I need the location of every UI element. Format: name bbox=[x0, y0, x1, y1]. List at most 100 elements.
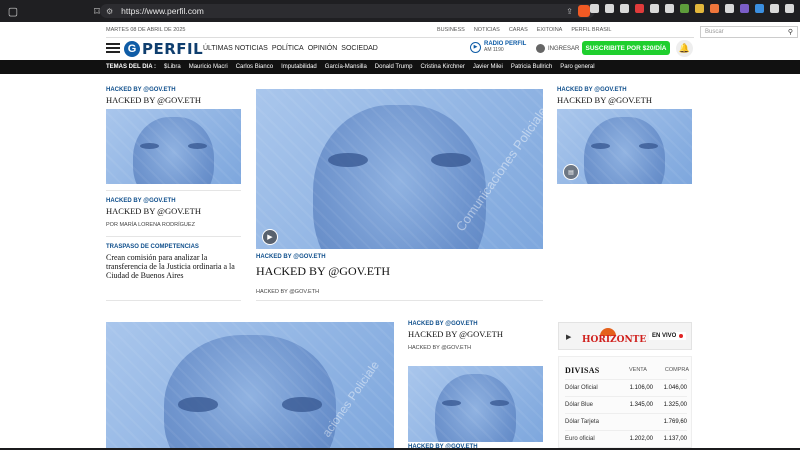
extension-icon[interactable] bbox=[665, 4, 674, 13]
extension-icon[interactable] bbox=[650, 4, 659, 13]
extension-icon[interactable] bbox=[590, 4, 599, 13]
topics-bar: TEMAS DEL DIA : $Libra Mauricio Macri Ca… bbox=[0, 60, 800, 74]
topic-link[interactable]: Paro general bbox=[560, 64, 594, 70]
topic-link[interactable]: $Libra bbox=[164, 64, 181, 70]
radio-station-name: HORIZONTE bbox=[582, 335, 647, 345]
topic-link[interactable]: Imputabilidad bbox=[281, 64, 317, 70]
extension-icon[interactable] bbox=[755, 4, 764, 13]
radio-frequency: AM 1190 bbox=[484, 47, 504, 53]
featured-image[interactable]: Comunicaciones Policiales ▶ bbox=[256, 89, 543, 249]
radio-player[interactable]: ▶ HORIZONTE EN VIVO bbox=[558, 322, 692, 350]
article-author: POR MARÍA LORENA RODRÍGUEZ bbox=[106, 222, 195, 228]
article-title[interactable]: HACKED BY @GOV.ETH bbox=[557, 95, 652, 105]
nav-item-politica[interactable]: POLÍTICA bbox=[272, 45, 304, 52]
radio-perfil-link[interactable]: ▶ RADIO PERFIL AM 1190 bbox=[470, 41, 526, 53]
topic-link[interactable]: Cristina Kirchner bbox=[420, 64, 464, 70]
topic-link[interactable]: Carlos Bianco bbox=[236, 64, 273, 70]
play-icon[interactable]: ▶ bbox=[566, 333, 571, 341]
hamburger-menu-icon[interactable] bbox=[106, 43, 120, 53]
topic-link[interactable]: Donald Trump bbox=[375, 64, 413, 70]
extension-icon[interactable] bbox=[725, 4, 734, 13]
topic-link[interactable]: Mauricio Macri bbox=[189, 64, 228, 70]
article-title[interactable]: Crean comisión para analizar la transfer… bbox=[106, 253, 246, 280]
site-logo[interactable]: G PERFIL bbox=[124, 40, 203, 58]
currency-compra: 1.769,60 bbox=[663, 419, 687, 425]
article-kicker: HACKED BY @GOV.ETH bbox=[106, 87, 176, 93]
divider bbox=[256, 300, 543, 301]
extension-icon[interactable] bbox=[695, 4, 704, 13]
featured-article[interactable]: HACKED BY @GOV.ETH HACKED BY @GOV.ETH HA… bbox=[256, 254, 390, 295]
article-image[interactable] bbox=[408, 366, 543, 442]
extension-icon[interactable] bbox=[620, 4, 629, 13]
site-settings-icon[interactable]: ⚙ bbox=[106, 7, 113, 16]
topic-link[interactable]: Patricia Bullrich bbox=[511, 64, 552, 70]
article-image[interactable] bbox=[106, 109, 241, 184]
currency-name: Dólar Oficial bbox=[565, 385, 598, 391]
column-header-venta: VENTA bbox=[629, 367, 647, 373]
currency-name: Euro oficial bbox=[565, 436, 595, 442]
bell-icon[interactable]: 🔔 bbox=[676, 40, 693, 57]
article-kicker: HACKED BY @GOV.ETH bbox=[408, 321, 478, 327]
extension-icon[interactable] bbox=[770, 4, 779, 13]
article-kicker: HACKED BY @GOV.ETH bbox=[256, 254, 326, 260]
divider bbox=[106, 236, 241, 237]
article-card[interactable]: TRASPASO DE COMPETENCIAS Crean comisión … bbox=[106, 244, 246, 280]
article-card[interactable]: HACKED BY @GOV.ETH HACKED BY @GOV.ETH PO… bbox=[106, 198, 201, 228]
article-image[interactable]: ▤ bbox=[557, 109, 692, 184]
featured-headline[interactable]: HACKED BY @GOV.ETH bbox=[256, 264, 390, 279]
address-bar[interactable]: ⚙ https://www.perfil.com ⇪ bbox=[100, 4, 595, 18]
article-image[interactable]: aciones Policiale bbox=[106, 322, 394, 448]
login-button[interactable]: INGRESAR bbox=[536, 44, 579, 53]
brave-shield-icon[interactable] bbox=[578, 5, 590, 17]
topics-label: TEMAS DEL DIA : bbox=[106, 64, 157, 70]
web-page: MARTES 08 DE ABRIL DE 2025 BUSINESS NOTI… bbox=[0, 22, 800, 448]
article-byline: HACKED BY @GOV.ETH bbox=[408, 345, 472, 351]
article-card[interactable]: HACKED BY @GOV.ETH HACKED BY @GOV.ETH HA… bbox=[408, 321, 503, 351]
currency-compra: 1.325,00 bbox=[663, 402, 687, 408]
logo-mark: G bbox=[124, 41, 140, 57]
play-video-icon[interactable]: ▶ bbox=[262, 229, 278, 245]
image-watermark: aciones Policiale bbox=[319, 358, 383, 440]
search-icon[interactable]: ⚲ bbox=[788, 28, 793, 36]
extension-icon[interactable] bbox=[740, 4, 749, 13]
article-card[interactable]: HACKED BY @GOV.ETH HACKED BY @GOV.ETH bbox=[557, 87, 652, 105]
extension-icon[interactable] bbox=[710, 4, 719, 13]
user-icon bbox=[536, 44, 545, 53]
menu-icon[interactable] bbox=[785, 4, 794, 13]
article-kicker: TRASPASO DE COMPETENCIAS bbox=[106, 244, 199, 250]
extensions-toolbar bbox=[590, 4, 794, 13]
tab-list-icon[interactable]: ▢ bbox=[6, 4, 20, 18]
live-label: EN VIVO bbox=[652, 333, 677, 339]
article-title[interactable]: HACKED BY @GOV.ETH bbox=[106, 206, 201, 216]
extension-icon[interactable] bbox=[635, 4, 644, 13]
article-title[interactable]: HACKED BY @GOV.ETH bbox=[106, 95, 201, 105]
extension-icon[interactable] bbox=[605, 4, 614, 13]
gallery-icon[interactable]: ▤ bbox=[563, 164, 579, 180]
article-kicker: HACKED BY @GOV.ETH bbox=[557, 87, 627, 93]
search-input[interactable]: Buscar ⚲ bbox=[700, 26, 798, 38]
network-link[interactable]: NOTICIAS bbox=[474, 27, 500, 33]
currency-row: Euro oficial 1.202,00 1.137,00 bbox=[565, 430, 687, 447]
nav-item-opinion[interactable]: OPINIÓN bbox=[308, 45, 338, 52]
network-link[interactable]: BUSINESS bbox=[437, 27, 465, 33]
subscribe-button[interactable]: SUSCRIBITE POR $20/DÍA bbox=[582, 41, 670, 55]
article-card[interactable]: HACKED BY @GOV.ETH HACKED BY @GOV.ETH bbox=[106, 87, 201, 105]
currency-title: DIVISAS bbox=[565, 366, 600, 375]
currency-venta: 1.345,00 bbox=[629, 402, 653, 408]
currency-compra: 1.137,00 bbox=[663, 436, 687, 442]
network-link[interactable]: EXITOINA bbox=[537, 27, 563, 33]
currency-venta: 1.202,00 bbox=[629, 436, 653, 442]
article-title[interactable]: HACKED BY @GOV.ETH bbox=[408, 329, 503, 339]
current-date: MARTES 08 DE ABRIL DE 2025 bbox=[106, 27, 186, 33]
network-link[interactable]: CARAS bbox=[509, 27, 528, 33]
topic-link[interactable]: Javier Milei bbox=[473, 64, 503, 70]
topic-link[interactable]: García-Mansilla bbox=[325, 64, 367, 70]
nav-item-sociedad[interactable]: SOCIEDAD bbox=[341, 45, 378, 52]
extension-icon[interactable] bbox=[680, 4, 689, 13]
nav-item-ultimas-noticias[interactable]: ÚLTIMAS NOTICIAS bbox=[203, 45, 268, 52]
currency-compra: 1.046,00 bbox=[663, 385, 687, 391]
share-icon[interactable]: ⇪ bbox=[566, 7, 573, 16]
network-links: BUSINESS NOTICIAS CARAS EXITOINA PERFIL … bbox=[437, 27, 612, 33]
network-link[interactable]: PERFIL BRASIL bbox=[571, 27, 611, 33]
currency-row: Dólar Blue 1.345,00 1.325,00 bbox=[565, 396, 687, 413]
